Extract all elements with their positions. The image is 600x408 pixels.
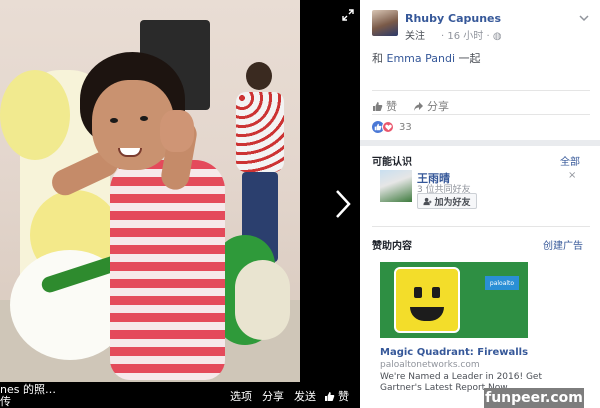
pymk-title: 可能认识 [372,157,412,168]
reaction-count: 33 [399,121,412,133]
smiley-face-icon [394,267,460,333]
pymk-avatar[interactable] [380,170,412,202]
caption-subtitle: 传 [0,395,11,408]
photo-girl-hand [160,110,194,152]
photo-caption-bar: nes 的照… 传 选项 分享 发送 赞 [0,382,360,408]
tagged-user-link[interactable]: Emma Pandi [387,52,456,65]
share-button[interactable]: 分享 [262,388,284,404]
share-arrow-icon [414,101,423,111]
divider [372,226,590,227]
reactions-summary[interactable]: 33 [372,121,412,133]
divider [372,114,590,115]
add-friend-button[interactable]: 加为好友 [417,193,477,209]
watermark: funpeer.com [484,388,584,408]
send-button[interactable]: 发送 [294,388,316,404]
thumbs-up-icon [373,101,383,111]
post-photo[interactable] [0,0,300,382]
author-name[interactable]: Rhuby Capunes [405,12,501,25]
thumbs-up-icon [325,391,335,401]
create-ad-link[interactable]: 创建广告 [543,237,583,252]
photo-viewer: nes 的照… 传 选项 分享 发送 赞 [0,0,360,408]
paloalto-logo: paloalto [485,276,519,290]
post-sidebar: Rhuby Capunes 关注 · 16 小时 · ◍ 和 Emma Pand… [360,0,600,408]
share-post-button[interactable]: 分享 [413,98,449,114]
globe-icon: ◍ [492,31,502,42]
sponsored-title: 赞助内容 [372,241,412,252]
add-friend-icon [423,197,433,205]
photo-like-button[interactable]: 赞 [324,388,349,404]
ad-image[interactable]: paloalto [380,262,528,338]
post-timestamp[interactable]: · 16 小时 · ◍ [441,27,502,42]
photo-background-person [232,62,290,262]
avatar[interactable] [372,10,398,36]
expand-icon[interactable] [341,8,355,22]
next-photo-chevron-icon[interactable] [328,186,358,222]
love-reaction-icon [382,121,394,133]
divider [372,90,590,91]
pymk-see-all-link[interactable]: 全部 [560,153,580,168]
close-icon[interactable]: × [568,170,576,181]
ad-domain: paloaltonetworks.com [380,360,480,370]
post-header: Rhuby Capunes 关注 · 16 小时 · ◍ [372,10,590,42]
section-divider [360,140,600,146]
post-tagline: 和 Emma Pandi 一起 [372,52,481,65]
chevron-down-icon[interactable] [578,12,590,24]
post-actions: 赞 分享 [372,98,449,114]
photo-girl-dress [110,160,225,380]
options-button[interactable]: 选项 [230,388,252,404]
like-button[interactable]: 赞 [372,98,397,114]
ad-title[interactable]: Magic Quadrant: Firewalls [380,347,528,358]
follow-button[interactable]: 关注 [405,27,425,42]
photo-actions: 选项 分享 发送 [230,388,316,404]
